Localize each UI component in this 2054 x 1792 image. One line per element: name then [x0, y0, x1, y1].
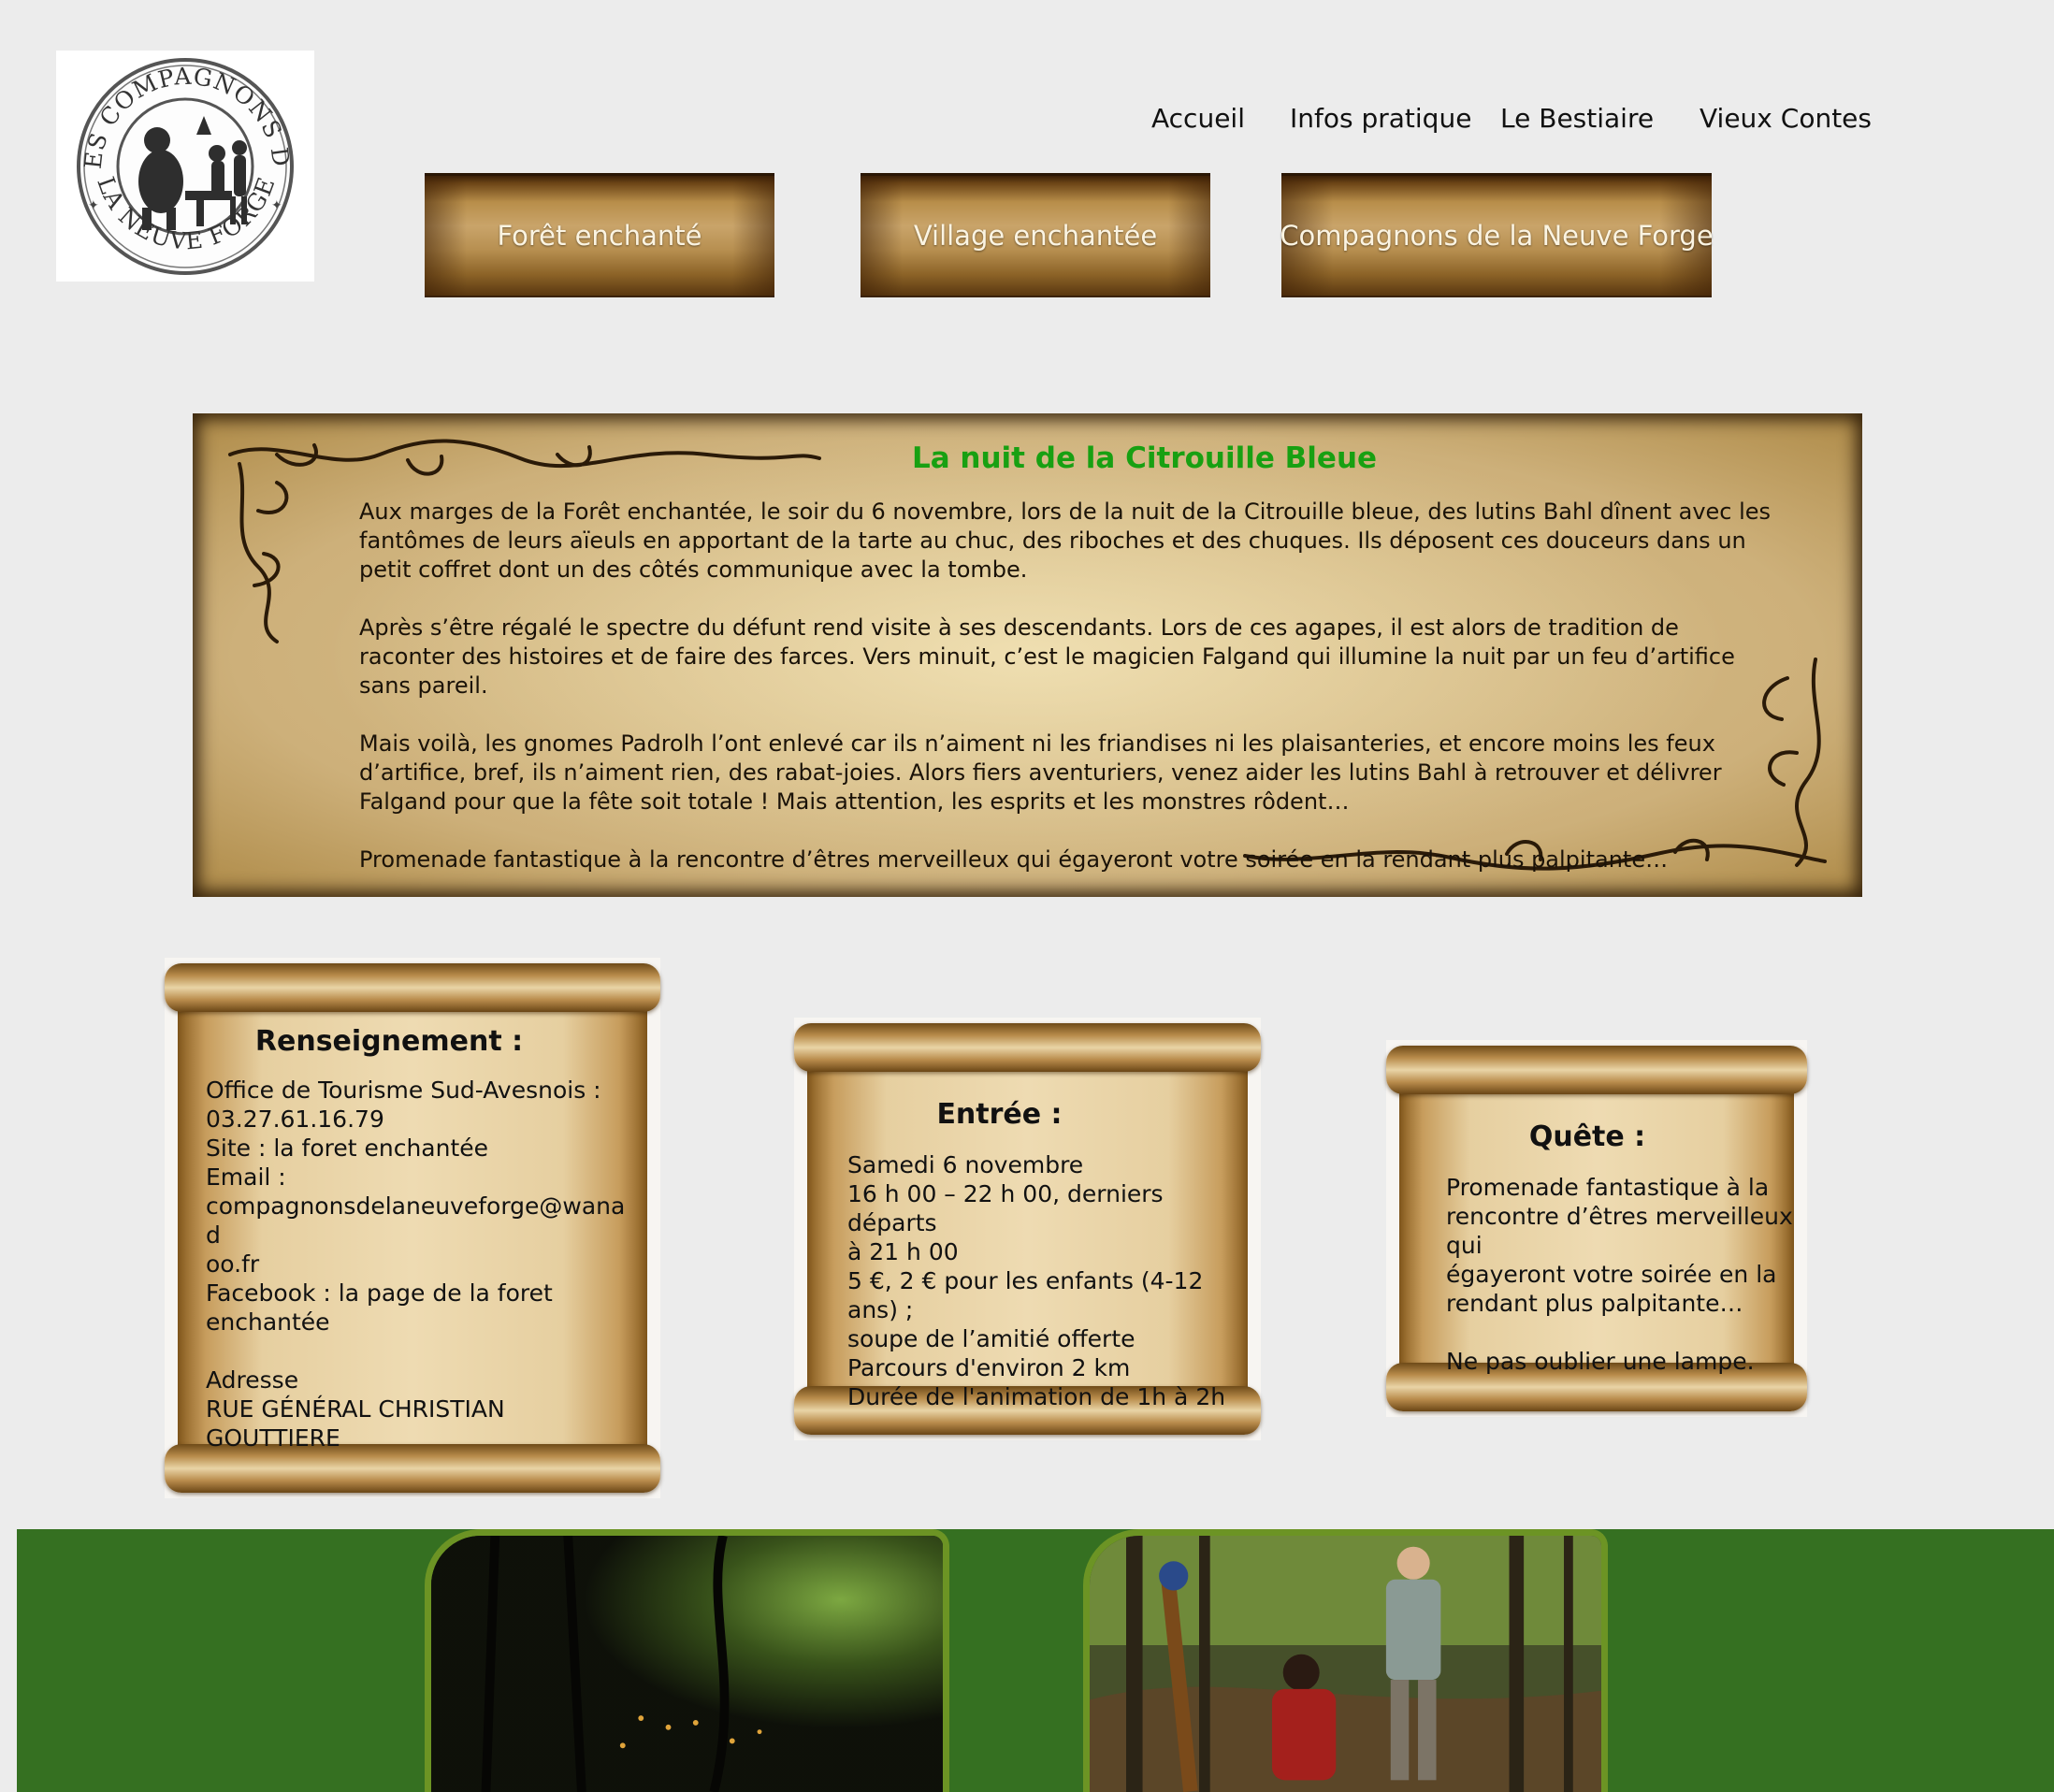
- facebook-link[interactable]: Facebook : la page de la foret: [206, 1279, 636, 1308]
- forest-costume-photo: [1083, 1529, 1608, 1792]
- plank-label: Compagnons de la Neuve Forge: [1280, 220, 1714, 252]
- forest-night-photo: [425, 1529, 949, 1792]
- card-line: Durée de l'animation de 1h à 2h: [847, 1383, 1226, 1410]
- card-line[interactable]: Site : la foret enchantée: [206, 1134, 636, 1163]
- card-line: rendant plus palpitante…: [1446, 1290, 1743, 1317]
- email-link[interactable]: oo.fr: [206, 1250, 636, 1279]
- footer-band: [17, 1529, 2054, 1792]
- card-body: Office de Tourisme Sud-Avesnois : 03.27.…: [206, 1076, 636, 1452]
- card-line: Promenade fantastique à la: [1446, 1174, 1770, 1201]
- plank-button-compagnons[interactable]: Compagnons de la Neuve Forge: [1280, 173, 1714, 297]
- card-line: à 21 h 00: [847, 1238, 959, 1265]
- email-link[interactable]: compagnonsdelaneuveforge@wanad: [206, 1192, 636, 1250]
- card-body: Promenade fantastique à la rencontre d’ê…: [1446, 1173, 1807, 1376]
- nav-link-infos-pratique[interactable]: Infos pratique: [1290, 103, 1471, 134]
- plank-label: Village enchantée: [913, 220, 1158, 252]
- card-title: Entrée :: [936, 1098, 1063, 1131]
- scroll-roll-top: [165, 963, 660, 1012]
- card-line: soupe de l’amitié offerte: [847, 1325, 1135, 1352]
- nav-link-vieux-contes[interactable]: Vieux Contes: [1700, 103, 1872, 134]
- story-paragraph: Après s’être régalé le spectre du défunt…: [359, 614, 1735, 699]
- card-line: Samedi 6 novembre: [847, 1151, 1084, 1178]
- story-paragraph: Promenade fantastique à la rencontre d’ê…: [359, 846, 1669, 873]
- story-parchment: La nuit de la Citrouille Bleue Aux marge…: [193, 413, 1862, 897]
- plank-button-foret-enchante[interactable]: Forêt enchanté: [425, 173, 774, 297]
- card-line: 5 €, 2 € pour les enfants (4-12 ans) ;: [847, 1267, 1204, 1323]
- card-title: Renseignement :: [254, 1025, 524, 1058]
- card-line: égayeront votre soirée en la: [1446, 1261, 1777, 1288]
- entry-scroll-card: Entrée : Samedi 6 novembre 16 h 00 – 22 …: [794, 1018, 1261, 1440]
- info-scroll-card: Renseignement : Office de Tourisme Sud-A…: [165, 958, 660, 1498]
- story-paragraph: Mais voilà, les gnomes Padrolh l’ont enl…: [359, 730, 1722, 815]
- card-title: Quête :: [1528, 1120, 1646, 1153]
- quest-scroll-card: Quête : Promenade fantastique à la renco…: [1386, 1040, 1807, 1417]
- card-line: Adresse: [206, 1366, 299, 1394]
- card-line: Email :: [206, 1163, 286, 1191]
- story-title: La nuit de la Citrouille Bleue: [911, 441, 1378, 475]
- site-logo[interactable]: LES COMPAGNONS DE LA NEUVE FORGE ✦ ✦: [56, 51, 314, 282]
- card-line: 16 h 00 – 22 h 00, derniers départs: [847, 1180, 1164, 1236]
- card-line: GOUTTIERE: [206, 1424, 340, 1452]
- plank-button-village-enchantee[interactable]: Village enchantée: [861, 173, 1210, 297]
- nav-link-le-bestiaire[interactable]: Le Bestiaire: [1500, 103, 1654, 134]
- night-forest-image-icon: [431, 1536, 943, 1792]
- card-line: 03.27.61.16.79: [206, 1106, 384, 1133]
- facebook-link[interactable]: enchantée: [206, 1308, 636, 1337]
- nav-link-accueil[interactable]: Accueil: [1151, 103, 1245, 134]
- card-line: Office de Tourisme Sud-Avesnois :: [206, 1077, 601, 1104]
- story-body: Aux marges de la Forêt enchantée, le soi…: [359, 498, 1781, 903]
- card-body: Samedi 6 novembre 16 h 00 – 22 h 00, der…: [847, 1150, 1259, 1411]
- card-line: Parcours d'environ 2 km: [847, 1354, 1131, 1381]
- logo-emblem-icon: LES COMPAGNONS DE LA NEUVE FORGE ✦ ✦: [56, 51, 294, 275]
- scroll-roll-top: [1386, 1046, 1807, 1094]
- story-paragraph: Aux marges de la Forêt enchantée, le soi…: [359, 499, 1772, 583]
- scroll-roll-top: [794, 1023, 1261, 1072]
- card-line: Ne pas oublier une lampe.: [1446, 1348, 1755, 1375]
- card-line: rencontre d’êtres merveilleux qui: [1446, 1203, 1793, 1259]
- plank-label: Forêt enchanté: [497, 220, 702, 252]
- svg-text:✦: ✦: [271, 198, 282, 213]
- forest-people-image-icon: [1090, 1536, 1601, 1792]
- card-line: RUE GÉNÉRAL CHRISTIAN: [206, 1395, 505, 1423]
- svg-text:✦: ✦: [88, 198, 99, 213]
